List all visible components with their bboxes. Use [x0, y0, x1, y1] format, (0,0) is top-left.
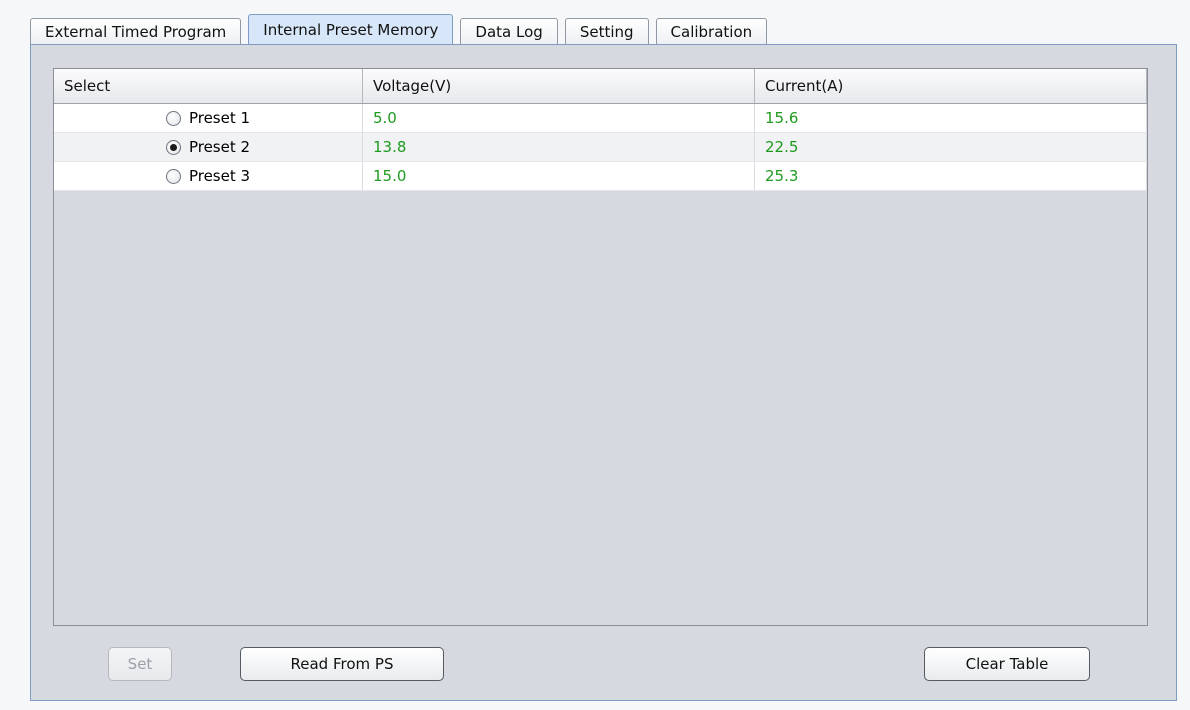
table-header: Select Voltage(V) Current(A)	[54, 69, 1147, 104]
table-row[interactable]: Preset 1 5.0 15.6	[54, 104, 1147, 133]
preset-label: Preset 2	[188, 138, 251, 156]
preset-label: Preset 3	[188, 167, 251, 185]
table-row[interactable]: Preset 2 13.8 22.5	[54, 133, 1147, 162]
preset-3-radio[interactable]	[165, 168, 181, 184]
tab-internal-preset-memory[interactable]: Internal Preset Memory	[248, 14, 454, 44]
current-cell[interactable]: 25.3	[755, 162, 1147, 190]
header-select[interactable]: Select	[54, 69, 363, 103]
tab-setting[interactable]: Setting	[564, 18, 649, 44]
voltage-cell[interactable]: 5.0	[363, 104, 755, 132]
header-voltage[interactable]: Voltage(V)	[363, 69, 755, 103]
preset-memory-panel: Select Voltage(V) Current(A) Preset 1 5.…	[30, 44, 1177, 701]
select-cell[interactable]: Preset 1	[54, 104, 363, 132]
preset-1-radio[interactable]	[165, 110, 181, 126]
select-cell[interactable]: Preset 2	[54, 133, 363, 161]
preset-label: Preset 1	[188, 109, 251, 127]
tab-calibration[interactable]: Calibration	[655, 18, 768, 44]
header-current[interactable]: Current(A)	[755, 69, 1147, 103]
select-cell[interactable]: Preset 3	[54, 162, 363, 190]
preset-table: Select Voltage(V) Current(A) Preset 1 5.…	[53, 68, 1148, 626]
tab-strip: External Timed Program Internal Preset M…	[30, 14, 774, 44]
voltage-cell[interactable]: 15.0	[363, 162, 755, 190]
current-cell[interactable]: 15.6	[755, 104, 1147, 132]
read-from-ps-button[interactable]: Read From PS	[240, 647, 444, 681]
voltage-cell[interactable]: 13.8	[363, 133, 755, 161]
table-row[interactable]: Preset 3 15.0 25.3	[54, 162, 1147, 191]
current-cell[interactable]: 22.5	[755, 133, 1147, 161]
clear-table-button[interactable]: Clear Table	[924, 647, 1090, 681]
preset-2-radio[interactable]	[165, 139, 181, 155]
set-button[interactable]: Set	[108, 647, 172, 681]
tab-external-timed-program[interactable]: External Timed Program	[30, 18, 242, 44]
tab-data-log[interactable]: Data Log	[460, 18, 558, 44]
